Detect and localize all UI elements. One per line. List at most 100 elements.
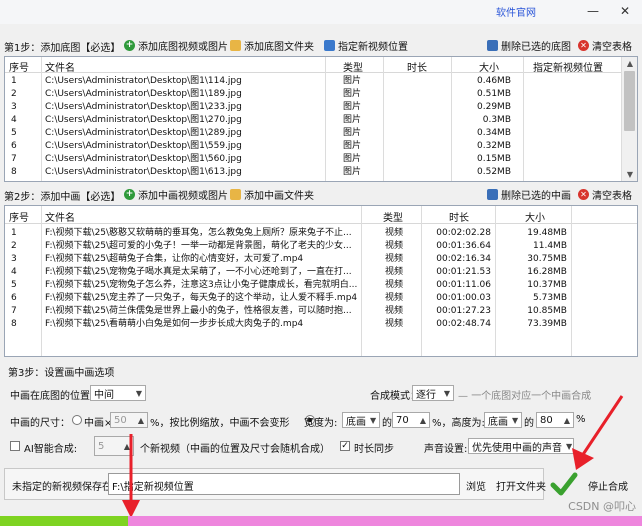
delete-list-icon [487,39,498,51]
table-cell: 7 [11,306,17,316]
table-cell: F:\视频下载\25\看萌萌小白兔是如何一步步长成大肉兔子的.mp4 [45,319,304,329]
clear-table1-button[interactable]: ✕ 清空表格 [578,37,632,53]
add-pip-media-button[interactable]: + 添加中画视频或图片 [124,186,228,202]
column-header[interactable]: 类型 [383,209,403,224]
width-label: 宽度为: [304,418,338,429]
bg-table[interactable]: 序号 文件名 类型 时长 大小 指定新视频位置 1 C:\Users\Admini… [4,56,638,182]
bg-table-scrollbar[interactable]: ▲ ▼ [621,57,637,181]
table-cell: 图片 [343,167,362,177]
spin-icon: ▲ [137,415,144,425]
table-row[interactable]: 4 F:\视频下载\25\宠物兔子喝水真是太呆萌了，一不小心还呛到了，一直在打..… [5,266,637,279]
table-cell: 视频 [385,319,404,329]
column-header[interactable]: 指定新视频位置 [533,59,603,74]
table-cell: 19.48MB [527,228,567,238]
official-site-link[interactable]: 软件官网 [496,4,536,19]
table-row[interactable]: 2 F:\视频下载\25\超可爱的小兔子！一举一动都是背景图，萌化了老夫的少女..… [5,240,637,253]
table-row[interactable]: 5 F:\视频下载\25\宠物兔子怎么养，注意这3点让小兔子健康成长，看完就明白.… [5,279,637,292]
table-row[interactable]: 7 C:\Users\Administrator\Desktop\图1\560.j… [5,153,637,166]
table-cell: 00:01:11.06 [436,280,491,290]
table-row[interactable]: 6 C:\Users\Administrator\Desktop\图1\559.j… [5,140,637,153]
delete-selected-pip-button[interactable]: 删除已选的中画 [487,186,571,202]
column-header[interactable]: 大小 [525,209,545,224]
table-row[interactable]: 2 C:\Users\Administrator\Desktop\图1\189.j… [5,88,637,101]
chevron-down-icon: ▼ [512,415,519,425]
audio-select[interactable]: 优先使用中画的声音 ▼ [468,438,574,454]
set-video-position-button[interactable]: 指定新视频位置 [324,37,408,53]
clear-icon: ✕ [578,39,589,51]
delete-list-icon [487,188,498,200]
length-sync-checkbox[interactable] [340,441,350,451]
pip-table[interactable]: 序号 文件名 类型 时长 大小 1 F:\视频下载\25\憨憨又软萌萌的垂耳兔，怎… [4,205,638,357]
scale-radio-label: 中画× [84,418,113,429]
scroll-up-icon[interactable]: ▲ [622,59,637,68]
table-cell: 图片 [343,154,362,164]
table-cell: 0.52MB [477,167,511,177]
table-cell: 00:02:02.28 [436,228,491,238]
chevron-down-icon: ▼ [135,388,142,398]
close-button[interactable]: ✕ [614,2,636,20]
column-header[interactable]: 序号 [9,209,29,224]
scale-percent-spinner[interactable]: 50 ▲ [110,412,148,428]
column-header[interactable]: 类型 [343,59,363,74]
table-cell: 图片 [343,141,362,151]
table-row[interactable]: 7 F:\视频下载\25\荷兰侏儒兔是世界上最小的兔子，性格很友善，可以随时抱..… [5,305,637,318]
table-row[interactable]: 8 F:\视频下载\25\看萌萌小白兔是如何一步步长成大肉兔子的.mp4 视频 00:… [5,318,637,331]
table-cell: F:\视频下载\25\宠主养了一只兔子，每天兔子的这个举动，让人爱不释手.mp4 [45,293,357,303]
column-header[interactable]: 大小 [479,59,499,74]
add-bg-folder-button[interactable]: 添加底图文件夹 [230,37,314,53]
save-path-input[interactable]: F:\指定新视频位置 [108,473,460,495]
column-header[interactable]: 文件名 [45,59,75,74]
plus-icon: + [124,39,135,51]
table-cell: 图片 [343,89,362,99]
width-ref-select[interactable]: 底画 ▼ [342,412,380,428]
width-percent-spinner[interactable]: 70 ▲ [392,412,430,428]
table-cell: 视频 [385,267,404,277]
column-header[interactable]: 文件名 [45,209,75,224]
position-select[interactable]: 中间 ▼ [90,385,146,401]
scale-radio[interactable] [72,415,82,425]
table-cell: 0.32MB [477,141,511,151]
table-cell: 5.73MB [533,293,567,303]
table-cell: 1 [11,228,17,238]
column-header[interactable]: 时长 [407,59,427,74]
table-cell: 4 [11,115,17,125]
table-cell: 0.3MB [482,115,511,125]
table-cell: 视频 [385,306,404,316]
open-folder-button[interactable]: 打开文件夹 [496,478,546,493]
length-sync-label: 时长同步 [354,444,394,455]
table-row[interactable]: 4 C:\Users\Administrator\Desktop\图1\270.j… [5,114,637,127]
table-row[interactable]: 3 C:\Users\Administrator\Desktop\图1\233.j… [5,101,637,114]
table-cell: 1 [11,76,17,86]
column-header[interactable]: 序号 [9,59,29,74]
compose-mode-select[interactable]: 逐行 ▼ [412,385,454,401]
table-cell: 5 [11,280,17,290]
scroll-down-icon[interactable]: ▼ [622,170,637,179]
checkmark-icon [550,472,578,496]
add-bg-media-button[interactable]: + 添加底图视频或图片 [124,37,228,53]
step1-toolbar: 第1步：添加底图【必选】 + 添加底图视频或图片 添加底图文件夹 指定新视频位置 … [0,34,642,56]
column-header[interactable]: 时长 [449,209,469,224]
table-cell: 图片 [343,76,362,86]
chevron-down-icon: ▼ [443,388,450,398]
red-arrow-annotation [122,434,140,518]
table-row[interactable]: 1 C:\Users\Administrator\Desktop\图1\114.j… [5,75,637,88]
scroll-thumb[interactable] [624,71,635,131]
ai-compose-checkbox[interactable] [10,441,20,451]
table-cell: 11.4MB [533,241,567,251]
table-row[interactable]: 6 F:\视频下载\25\宠主养了一只兔子，每天兔子的这个举动，让人爱不释手.mp… [5,292,637,305]
table-cell: C:\Users\Administrator\Desktop\图1\233.jp… [45,102,242,112]
table-row[interactable]: 8 C:\Users\Administrator\Desktop\图1\613.j… [5,166,637,179]
minimize-button[interactable]: — [582,2,604,20]
table-row[interactable]: 3 F:\视频下载\25\超萌兔子合集，让你的心情变好，太可爱了.mp4 视频 00:… [5,253,637,266]
table-cell: 10.85MB [527,306,567,316]
browse-button[interactable]: 浏览 [466,478,486,493]
table-cell: F:\视频下载\25\憨憨又软萌萌的垂耳兔，怎么教兔兔上厕所？原来兔子不止... [45,228,352,238]
step2-toolbar: 第2步：添加中画【必选】 + 添加中画视频或图片 添加中画文件夹 删除已选的中画 … [0,183,642,205]
add-pip-folder-button[interactable]: 添加中画文件夹 [230,186,314,202]
table-row[interactable]: 5 C:\Users\Administrator\Desktop\图1\289.j… [5,127,637,140]
clear-table2-button[interactable]: ✕ 清空表格 [578,186,632,202]
height-ref-select[interactable]: 底画 ▼ [484,412,522,428]
delete-selected-bg-button[interactable]: 删除已选的底图 [487,37,571,53]
table-cell: 视频 [385,293,404,303]
table-row[interactable]: 1 F:\视频下载\25\憨憨又软萌萌的垂耳兔，怎么教兔兔上厕所？原来兔子不止..… [5,227,637,240]
